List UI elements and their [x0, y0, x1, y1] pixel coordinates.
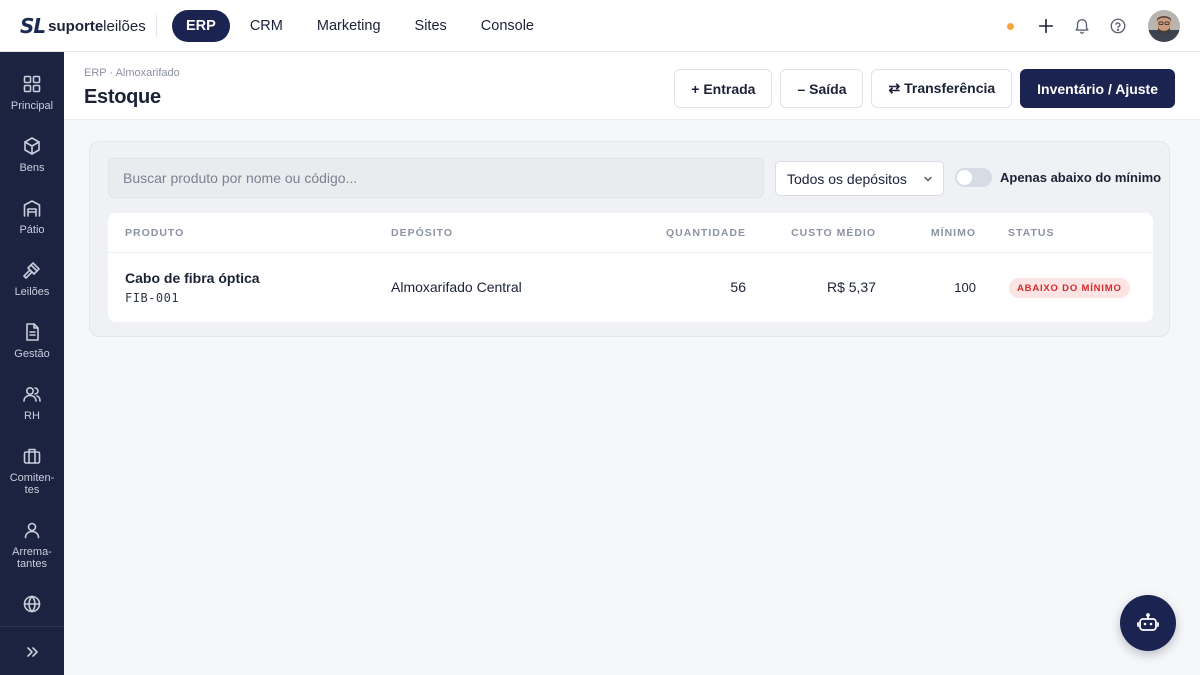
- sidebar-item-label: Gestão: [14, 348, 50, 360]
- top-nav: ERP CRM Marketing Sites Console: [172, 10, 548, 42]
- product-quantity: 56: [730, 279, 746, 295]
- inventario-ajuste-button[interactable]: Inventário / Ajuste: [1020, 69, 1175, 108]
- sidebar-item-leiloes[interactable]: Leilões: [0, 260, 64, 298]
- page-title: Estoque: [84, 86, 161, 108]
- sidebar-item-arrematantes[interactable]: Arrema- tantes: [0, 520, 64, 570]
- column-header-status: STATUS: [1008, 227, 1055, 239]
- brand-name: suporteleilões: [48, 17, 146, 35]
- stock-card: Todos os depósitos Apenas abaixo do míni…: [89, 141, 1170, 337]
- brand-logo[interactable]: SL suporteleilões: [20, 14, 146, 38]
- sidebar-item-rh[interactable]: RH: [0, 384, 64, 422]
- product-code: FIB-001: [125, 291, 180, 305]
- table-header: PRODUTO DEPÓSITO QUANTIDADE CUSTO MÉDIO …: [108, 213, 1153, 253]
- below-minimum-toggle[interactable]: [955, 168, 992, 187]
- topnav-erp[interactable]: ERP: [172, 10, 230, 42]
- table-row[interactable]: Cabo de fibra óptica FIB-001 Almoxarifad…: [108, 253, 1153, 322]
- briefcase-icon: [23, 448, 41, 464]
- sidebar-item-comitentes[interactable]: Comiten- tes: [0, 446, 64, 496]
- sidebar-item-principal[interactable]: Principal: [0, 74, 64, 112]
- header-actions: + Entrada – Saída ⇄ Transferência Invent…: [674, 69, 1175, 108]
- sidebar-item-bens[interactable]: Bens: [0, 136, 64, 174]
- brand-mark: SL: [20, 14, 46, 38]
- gavel-icon: [23, 262, 40, 279]
- sidebar-item-label: Bens: [19, 162, 45, 174]
- column-header-deposito: DEPÓSITO: [391, 227, 454, 239]
- below-minimum-filter: Apenas abaixo do mínimo: [955, 168, 1161, 187]
- users-icon: [23, 386, 41, 402]
- product-name: Cabo de fibra óptica: [125, 270, 260, 286]
- column-header-quantidade: QUANTIDADE: [666, 227, 746, 239]
- page-header: ERP · Almoxarifado Estoque + Entrada – S…: [64, 52, 1200, 120]
- help-icon[interactable]: [1108, 16, 1128, 36]
- plus-icon[interactable]: [1036, 16, 1056, 36]
- sidebar: Principal Bens Pátio Leilões Gestão RH C…: [0, 52, 64, 675]
- sidebar-item-label: RH: [24, 410, 40, 422]
- product-average-cost: R$ 5,37: [826, 279, 876, 295]
- stock-table: PRODUTO DEPÓSITO QUANTIDADE CUSTO MÉDIO …: [108, 213, 1153, 322]
- grid-icon: [23, 75, 41, 93]
- chevrons-right-icon[interactable]: [22, 642, 42, 662]
- box-icon: [24, 137, 40, 155]
- sidebar-divider: [0, 626, 64, 627]
- sidebar-item-patio[interactable]: Pátio: [0, 198, 64, 236]
- toggle-knob: [957, 170, 972, 185]
- top-bar: SL suporteleilões ERP CRM Marketing Site…: [0, 0, 1200, 52]
- deposit-select[interactable]: Todos os depósitos: [775, 161, 944, 196]
- column-header-custo-medio: CUSTO MÉDIO: [791, 227, 876, 239]
- entrada-button[interactable]: + Entrada: [674, 69, 773, 108]
- chevron-down-icon: [924, 176, 932, 182]
- saida-button[interactable]: – Saída: [780, 69, 864, 108]
- topnav-console[interactable]: Console: [467, 10, 548, 42]
- sidebar-item-label: Comiten- tes: [9, 472, 55, 496]
- sidebar-item-label: Leilões: [14, 286, 50, 298]
- topbar-divider: [156, 15, 157, 37]
- globe-icon: [23, 595, 41, 613]
- column-header-minimo: MÍNIMO: [930, 227, 976, 239]
- warehouse-icon: [23, 200, 41, 217]
- document-icon: [26, 323, 39, 341]
- product-minimum: 100: [954, 280, 976, 295]
- sidebar-item-gestao[interactable]: Gestão: [0, 322, 64, 360]
- sidebar-item-label: Pátio: [19, 224, 45, 236]
- sidebar-item-sites[interactable]: [0, 594, 64, 614]
- top-right-actions: [1007, 10, 1180, 42]
- column-header-produto: PRODUTO: [125, 227, 185, 239]
- avatar[interactable]: [1148, 10, 1180, 42]
- deposit-select-value: Todos os depósitos: [787, 170, 907, 187]
- search-input[interactable]: [108, 158, 764, 198]
- bell-icon[interactable]: [1072, 16, 1092, 36]
- sidebar-item-label: Principal: [10, 100, 54, 112]
- robot-icon: [1137, 613, 1159, 631]
- topnav-marketing[interactable]: Marketing: [303, 10, 395, 42]
- breadcrumb[interactable]: ERP · Almoxarifado: [84, 67, 180, 79]
- product-deposit: Almoxarifado Central: [391, 279, 522, 295]
- below-minimum-label[interactable]: Apenas abaixo do mínimo: [1000, 170, 1161, 185]
- user-icon: [24, 522, 40, 539]
- sidebar-item-label: Arrema- tantes: [12, 546, 52, 570]
- topnav-crm[interactable]: CRM: [236, 10, 297, 42]
- status-dot: [1007, 22, 1014, 30]
- topnav-sites[interactable]: Sites: [401, 10, 461, 42]
- assistant-button[interactable]: [1120, 595, 1176, 651]
- transferencia-button[interactable]: ⇄ Transferência: [871, 69, 1013, 108]
- status-badge: ABAIXO DO MÍNIMO: [1009, 278, 1130, 298]
